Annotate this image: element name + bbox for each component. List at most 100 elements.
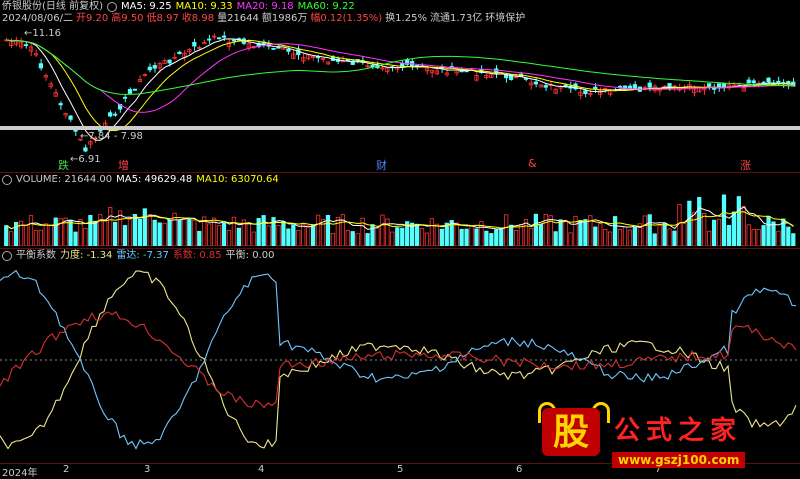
volume-bar — [444, 222, 449, 246]
candle-body — [83, 147, 88, 152]
candle-body — [38, 63, 44, 69]
volume-bar — [642, 215, 647, 246]
volume-bar — [711, 219, 717, 246]
volume-bar — [33, 230, 39, 246]
volume-bar — [464, 228, 469, 246]
volume-bar — [281, 221, 286, 246]
volume-bar — [414, 223, 420, 246]
volume-bar — [499, 228, 504, 246]
volume-bar — [390, 231, 395, 246]
volume-bar — [73, 231, 78, 246]
candle-body — [108, 112, 113, 117]
volume-bar — [197, 230, 202, 246]
volume-bar — [548, 215, 553, 246]
watermark-name: 公式之家 — [614, 416, 743, 446]
volume-bar — [4, 225, 9, 246]
volume-bar — [147, 214, 152, 246]
coef-label: 系数: 0.85 — [172, 250, 222, 261]
candle-body — [721, 83, 727, 88]
watermark-url: www.gszj100.com — [612, 452, 746, 468]
candle-body — [707, 83, 712, 87]
candle-body — [533, 81, 539, 85]
indicator-title[interactable]: 平衡系数 — [16, 250, 56, 262]
candle-body — [68, 115, 73, 120]
volume-bar — [48, 225, 53, 246]
volume-bar — [88, 214, 93, 246]
volume-bar — [291, 224, 296, 246]
volume-bar — [9, 231, 14, 246]
candle-body — [543, 85, 548, 88]
price-chart[interactable] — [0, 0, 800, 172]
volume-bar — [702, 213, 707, 246]
volume-bar — [632, 226, 638, 246]
thunder-label: 雷达: -7.37 — [116, 250, 169, 261]
volume-bar — [508, 224, 514, 246]
settings-dot-icon[interactable] — [2, 251, 12, 261]
candle-body — [207, 38, 212, 41]
volume-bar — [231, 216, 237, 246]
volume-bar — [43, 223, 48, 246]
signal-label: 涨 — [740, 159, 751, 172]
volume-bar — [573, 215, 578, 246]
volume-bar — [256, 218, 261, 246]
volume-bar — [132, 214, 138, 246]
volume-bar — [236, 227, 241, 246]
volume-bar — [434, 223, 439, 246]
volume-bar — [513, 230, 519, 246]
x-axis-label: 6 — [516, 464, 523, 475]
volume-bar — [716, 218, 722, 246]
volume-bar — [266, 225, 271, 246]
volume-bar — [350, 231, 355, 246]
volume-bar — [603, 229, 608, 246]
range-marker: ←7.84 - 7.98 — [80, 131, 143, 142]
volume-bar — [657, 225, 662, 246]
candle-body — [132, 88, 138, 91]
candle-body — [177, 51, 182, 55]
volume-bar — [588, 215, 593, 246]
volume-bar — [612, 216, 618, 246]
volume-bar — [543, 214, 548, 246]
x-axis-label: 2 — [63, 464, 70, 475]
volume-bar — [786, 226, 791, 246]
volume-bar — [23, 225, 29, 246]
volume-bar — [598, 223, 603, 246]
panel-divider — [0, 248, 800, 249]
volume-bar — [489, 233, 494, 246]
volume-bar — [177, 219, 182, 246]
volume-bar — [776, 230, 781, 246]
candle-body — [231, 39, 237, 42]
volume-bar — [152, 219, 157, 246]
volume-bar — [726, 225, 732, 246]
volume-bar — [697, 196, 702, 246]
volume-bar — [583, 219, 588, 246]
volume-bar — [365, 233, 370, 246]
indicator-header: 平衡系数 力度: -1.34 雷达: -7.37 系数: 0.85 平衡: 0.… — [2, 250, 275, 262]
volume-bar — [761, 225, 766, 246]
candle-body — [192, 41, 197, 47]
candle-body — [152, 65, 157, 69]
volume-bar — [756, 229, 761, 246]
balance-label: 平衡: 0.00 — [225, 250, 275, 261]
volume-bar — [518, 224, 524, 246]
candle-body — [276, 46, 281, 49]
volume-bar — [345, 230, 350, 246]
settings-dot-icon[interactable] — [2, 175, 12, 185]
volume-bar — [83, 228, 88, 246]
volume-bar — [617, 229, 623, 246]
volume-bar — [296, 230, 301, 246]
candle-body — [127, 89, 133, 94]
candle-body — [58, 103, 63, 106]
x-axis-label: 4 — [258, 464, 265, 475]
volume-bar — [721, 194, 727, 246]
volume-bar — [113, 221, 118, 246]
volume-chart[interactable] — [0, 186, 800, 246]
volume-bar — [335, 216, 340, 246]
volume-bar — [395, 227, 400, 246]
volume-bar — [736, 196, 741, 246]
volume-bar — [315, 214, 321, 246]
candle-body — [271, 48, 276, 50]
candle-body — [23, 44, 29, 47]
watermark-logo: 股 — [542, 408, 600, 456]
volume-bar — [667, 228, 672, 246]
candle-body — [113, 113, 118, 116]
